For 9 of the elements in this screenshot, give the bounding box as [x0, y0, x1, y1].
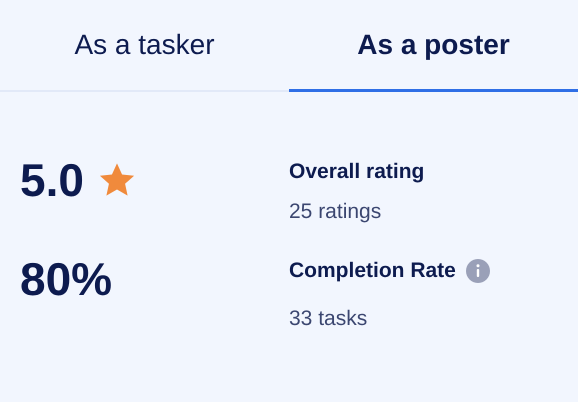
stat-detail: 25 ratings	[289, 198, 382, 224]
stat-title: Overall rating	[289, 159, 424, 185]
stat-detail: 33 tasks	[289, 306, 368, 332]
info-icon[interactable]	[466, 258, 490, 283]
stat-value: 80%	[20, 252, 112, 306]
tab[interactable]: As a tasker	[0, 0, 289, 92]
tab[interactable]: As a poster	[289, 0, 578, 92]
stat-title: Completion Rate	[289, 258, 456, 284]
stat-value: 5.0	[20, 152, 84, 208]
